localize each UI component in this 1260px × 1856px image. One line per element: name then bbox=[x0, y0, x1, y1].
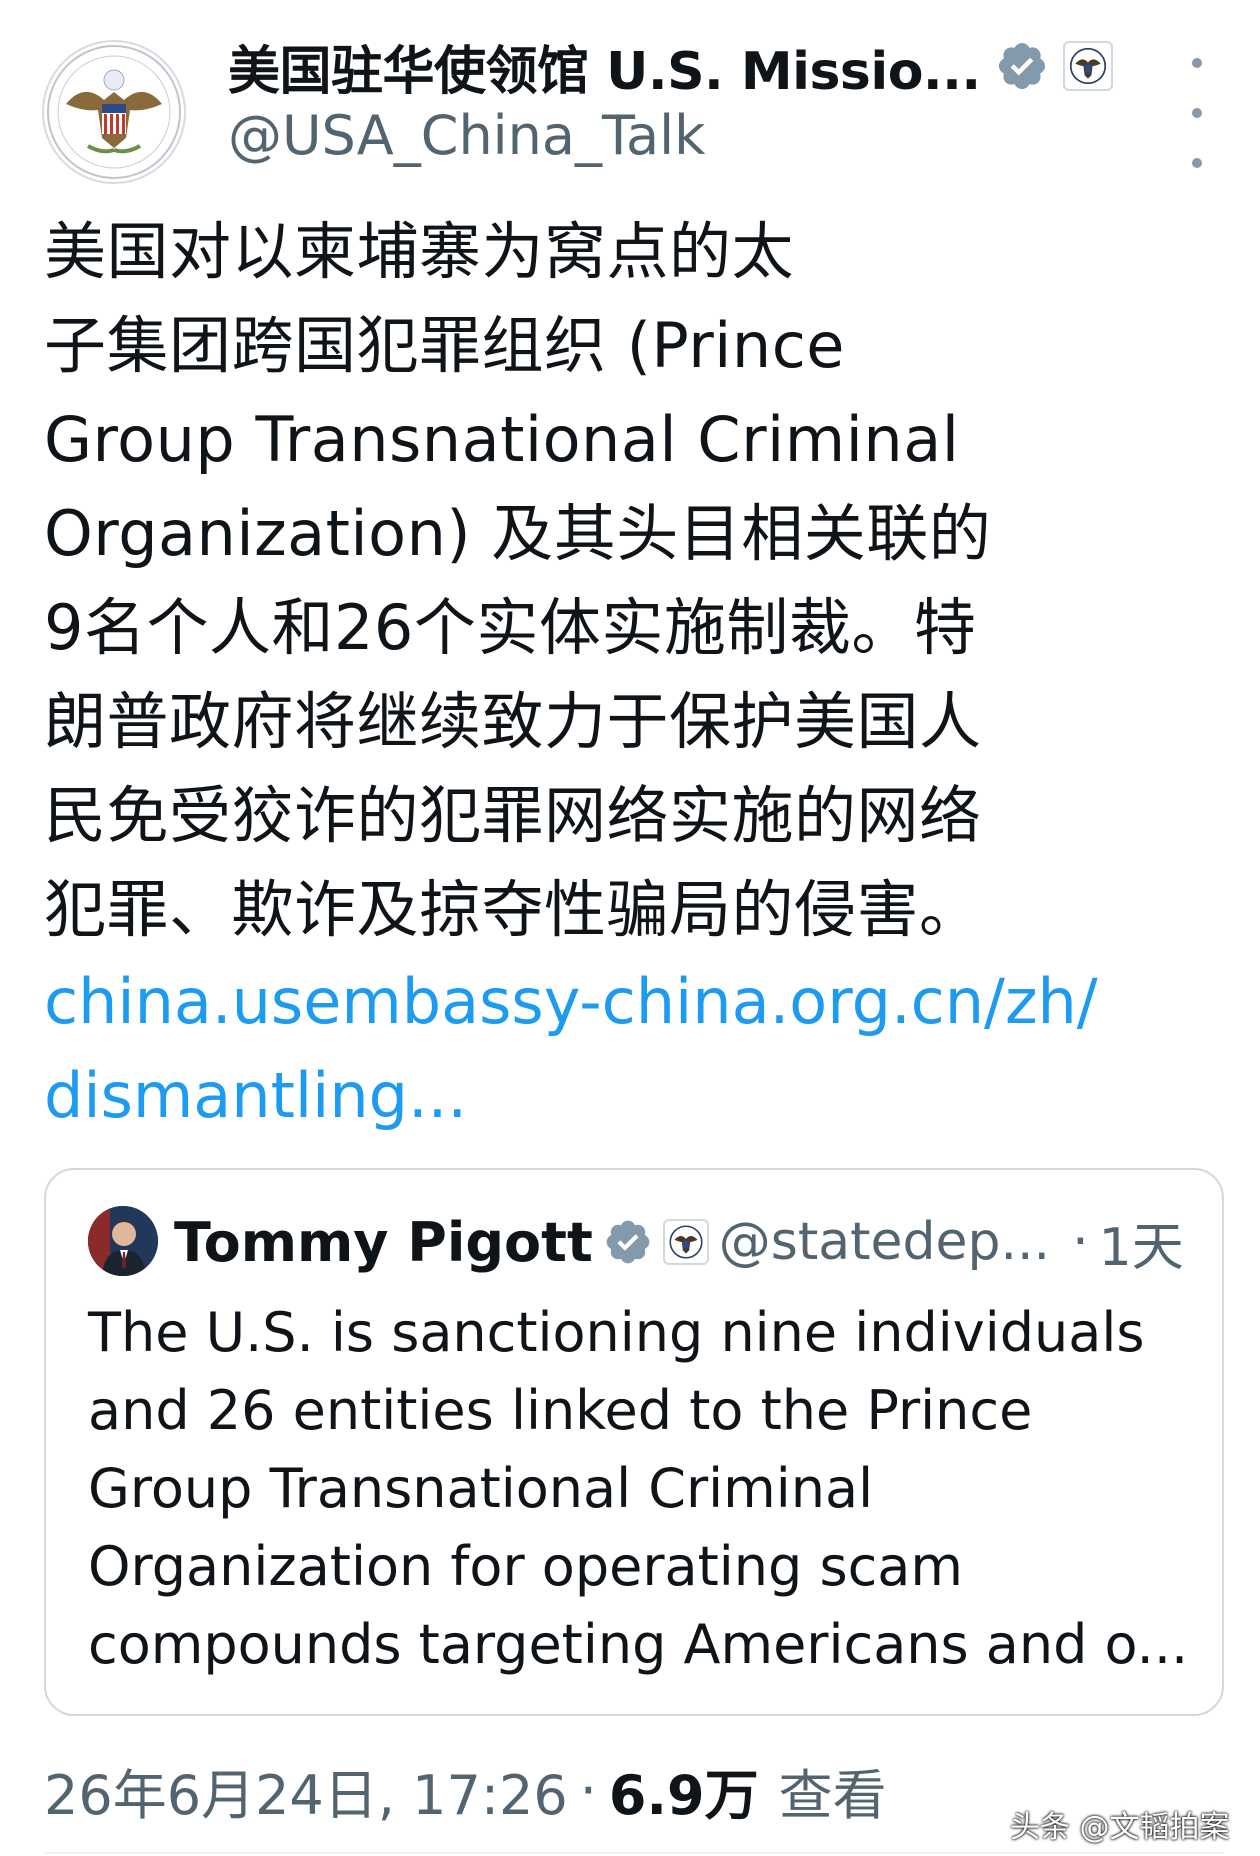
quoted-separator: · bbox=[1072, 1212, 1089, 1272]
tweet-text: 美国对以柬埔寨为窝点的太 子集团跨国犯罪组织 (Prince Group Tra… bbox=[44, 215, 992, 946]
tweet-timestamp[interactable]: 26年6月24日, 17:26 bbox=[44, 1751, 568, 1830]
quoted-author-avatar[interactable] bbox=[88, 1206, 158, 1276]
views-count[interactable]: 6.9万 bbox=[609, 1751, 759, 1830]
author-display-name[interactable]: 美国驻华使领馆 U.S. Missio... bbox=[228, 29, 981, 104]
quoted-tweet-card[interactable]: Tommy Pigott @statedep... · 1天 The U.S. … bbox=[44, 1168, 1224, 1716]
watermark: 头条 @文韬拍案 bbox=[1010, 1810, 1230, 1845]
us-embassy-seal-icon bbox=[47, 45, 181, 179]
quoted-header-row: Tommy Pigott @statedep... · 1天 bbox=[174, 1204, 1184, 1280]
quoted-tweet-text: The U.S. is sanctioning nine individuals… bbox=[88, 1301, 1189, 1676]
state-department-seal-icon bbox=[1062, 41, 1113, 91]
tweet-link[interactable]: china.usembassy-china.org.cn/zh/ dismant… bbox=[44, 955, 1224, 1143]
more-dot bbox=[1192, 158, 1202, 168]
author-name-row: 美国驻华使领馆 U.S. Missio... bbox=[228, 34, 1113, 102]
quoted-author-name[interactable]: Tommy Pigott bbox=[174, 1211, 593, 1274]
meta-separator: · bbox=[579, 1758, 597, 1822]
divider bbox=[44, 1852, 1224, 1854]
author-avatar[interactable] bbox=[42, 40, 186, 184]
state-department-seal-icon bbox=[662, 1219, 709, 1265]
quoted-timestamp[interactable]: 1天 bbox=[1099, 1205, 1184, 1280]
quoted-author-handle[interactable]: @statedep... bbox=[719, 1212, 1050, 1272]
views-label[interactable]: 查看 bbox=[779, 1751, 887, 1830]
verified-badge-icon bbox=[606, 1220, 650, 1264]
quoted-author-photo-icon bbox=[88, 1206, 158, 1276]
more-dot bbox=[1192, 58, 1202, 68]
more-options-icon[interactable] bbox=[1182, 58, 1212, 168]
author-handle[interactable]: @USA_China_Talk bbox=[228, 104, 705, 167]
verified-badge-icon bbox=[998, 42, 1045, 90]
more-dot bbox=[1192, 108, 1202, 118]
tweet-meta: 26年6月24日, 17:26 · 6.9万 查看 bbox=[44, 1750, 887, 1830]
